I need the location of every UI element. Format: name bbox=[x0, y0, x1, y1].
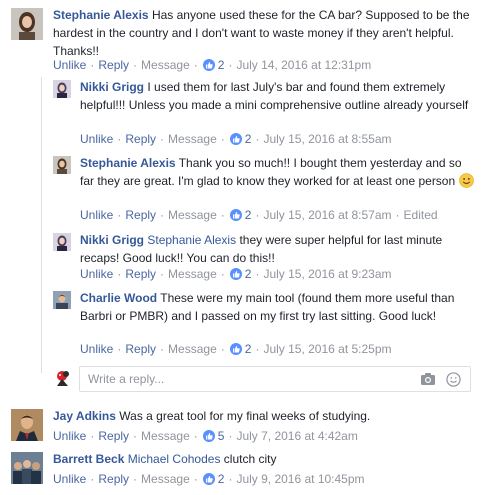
timestamp[interactable]: July 15, 2016 at 8:55am bbox=[263, 130, 391, 148]
avatar[interactable] bbox=[53, 156, 71, 174]
like-count: 2 bbox=[244, 208, 252, 222]
comment-author[interactable]: Stephanie Alexis bbox=[53, 8, 149, 22]
comment-actions: Unlike · Reply · Message · 2 · July 15, 201… bbox=[80, 340, 392, 358]
avatar[interactable] bbox=[53, 291, 71, 309]
comment-body: Stephanie Alexis Thank you so much!! I b… bbox=[80, 154, 475, 190]
reply-input[interactable]: Write a reply... bbox=[79, 366, 471, 392]
comment-body: Jay Adkins Was a great tool for my final… bbox=[53, 407, 478, 425]
timestamp[interactable]: July 7, 2016 at 4:42am bbox=[236, 427, 357, 445]
like-count: 2 bbox=[217, 58, 225, 72]
like-thumb-icon bbox=[202, 59, 215, 71]
reply-link[interactable]: Reply bbox=[98, 470, 129, 488]
like-count-badge[interactable]: 5 bbox=[202, 427, 225, 445]
avatar-photo bbox=[11, 452, 43, 484]
comment-actions: Unlike · Reply · Message · 2 · July 14, 201… bbox=[53, 56, 372, 74]
avatar-photo bbox=[11, 409, 43, 441]
like-count: 2 bbox=[244, 342, 252, 356]
message-link[interactable]: Message bbox=[168, 265, 217, 283]
reply-link[interactable]: Reply bbox=[125, 130, 156, 148]
like-thumb-icon bbox=[229, 209, 242, 221]
reply-link[interactable]: Reply bbox=[125, 206, 156, 224]
message-link[interactable]: Message bbox=[168, 340, 217, 358]
reply-link[interactable]: Reply bbox=[125, 265, 156, 283]
unlike-link[interactable]: Unlike bbox=[53, 470, 86, 488]
comment-text: Was a great tool for my final weeks of s… bbox=[119, 409, 371, 423]
comment-body: Nikki Grigg Stephanie Alexis they were s… bbox=[80, 231, 475, 267]
mention-link[interactable]: Michael Cohodes bbox=[128, 452, 221, 466]
message-link[interactable]: Message bbox=[141, 56, 190, 74]
like-count: 5 bbox=[217, 429, 225, 443]
timestamp[interactable]: July 15, 2016 at 5:25pm bbox=[263, 340, 391, 358]
mention-link[interactable]: Stephanie Alexis bbox=[147, 233, 236, 247]
like-count-badge[interactable]: 2 bbox=[229, 340, 252, 358]
like-count-badge[interactable]: 2 bbox=[202, 470, 225, 488]
like-count: 2 bbox=[244, 132, 252, 146]
like-count: 2 bbox=[217, 472, 225, 486]
reply-link[interactable]: Reply bbox=[125, 340, 156, 358]
reply-link[interactable]: Reply bbox=[98, 427, 129, 445]
unlike-link[interactable]: Unlike bbox=[80, 206, 113, 224]
like-thumb-icon bbox=[229, 133, 242, 145]
comment-actions: Unlike · Reply · Message · 2 · July 9, 2016… bbox=[53, 470, 365, 488]
message-link[interactable]: Message bbox=[168, 206, 217, 224]
comment-author[interactable]: Nikki Grigg bbox=[80, 80, 144, 94]
like-thumb-icon bbox=[229, 268, 242, 280]
avatar[interactable] bbox=[53, 80, 71, 98]
comment-actions: Unlike · Reply · Message · 2 · July 15, 201… bbox=[80, 206, 438, 224]
avatar-photo bbox=[53, 156, 71, 174]
thread-line bbox=[41, 77, 42, 373]
avatar-photo bbox=[53, 291, 71, 309]
comment-text: clutch city bbox=[223, 452, 277, 466]
like-count-badge[interactable]: 2 bbox=[229, 206, 252, 224]
timestamp[interactable]: July 15, 2016 at 9:23am bbox=[263, 265, 391, 283]
like-count-badge[interactable]: 2 bbox=[202, 56, 225, 74]
edited-label[interactable]: Edited bbox=[404, 206, 438, 224]
unlike-link[interactable]: Unlike bbox=[53, 56, 86, 74]
avatar[interactable] bbox=[11, 409, 43, 441]
avatar[interactable] bbox=[11, 8, 43, 40]
avatar[interactable] bbox=[53, 233, 71, 251]
comment-body: Nikki Grigg I used them for last July's … bbox=[80, 78, 475, 114]
camera-icon[interactable] bbox=[420, 372, 436, 386]
reply-link[interactable]: Reply bbox=[98, 56, 129, 74]
timestamp[interactable]: July 9, 2016 at 10:45pm bbox=[236, 470, 364, 488]
avatar[interactable] bbox=[11, 452, 43, 484]
like-thumb-icon bbox=[202, 430, 215, 442]
comment-author[interactable]: Barrett Beck bbox=[53, 452, 124, 466]
avatar-photo bbox=[53, 80, 71, 98]
like-count: 2 bbox=[244, 267, 252, 281]
comment-author[interactable]: Nikki Grigg bbox=[80, 233, 144, 247]
like-thumb-icon bbox=[202, 473, 215, 485]
message-link[interactable]: Message bbox=[141, 427, 190, 445]
comment-actions: Unlike · Reply · Message · 2 · July 15, 201… bbox=[80, 130, 392, 148]
comment-actions: Unlike · Reply · Message · 5 · July 7, 2016… bbox=[53, 427, 358, 445]
unlike-link[interactable]: Unlike bbox=[80, 130, 113, 148]
emoji-picker-icon[interactable] bbox=[446, 372, 461, 387]
composer-avatar bbox=[53, 368, 73, 388]
unlike-link[interactable]: Unlike bbox=[80, 340, 113, 358]
message-link[interactable]: Message bbox=[141, 470, 190, 488]
comment-body: Charlie Wood These were my main tool (fo… bbox=[80, 289, 475, 325]
avatar-photo bbox=[53, 233, 71, 251]
like-count-badge[interactable]: 2 bbox=[229, 265, 252, 283]
avatar-photo bbox=[53, 368, 73, 388]
message-link[interactable]: Message bbox=[168, 130, 217, 148]
comment-body: Barrett Beck Michael Cohodes clutch city bbox=[53, 450, 478, 468]
reply-placeholder: Write a reply... bbox=[88, 372, 165, 386]
timestamp[interactable]: July 14, 2016 at 12:31pm bbox=[236, 56, 371, 74]
timestamp[interactable]: July 15, 2016 at 8:57am bbox=[263, 206, 391, 224]
smiley-emoji-icon bbox=[458, 173, 474, 188]
like-count-badge[interactable]: 2 bbox=[229, 130, 252, 148]
comment-actions: Unlike · Reply · Message · 2 · July 15, 201… bbox=[80, 265, 392, 283]
unlike-link[interactable]: Unlike bbox=[80, 265, 113, 283]
comment-author[interactable]: Charlie Wood bbox=[80, 291, 157, 305]
comment-author[interactable]: Stephanie Alexis bbox=[80, 156, 176, 170]
comment-author[interactable]: Jay Adkins bbox=[53, 409, 116, 423]
avatar-photo bbox=[11, 8, 43, 40]
like-thumb-icon bbox=[229, 343, 242, 355]
unlike-link[interactable]: Unlike bbox=[53, 427, 86, 445]
comment-body: Stephanie Alexis Has anyone used these f… bbox=[53, 6, 478, 60]
